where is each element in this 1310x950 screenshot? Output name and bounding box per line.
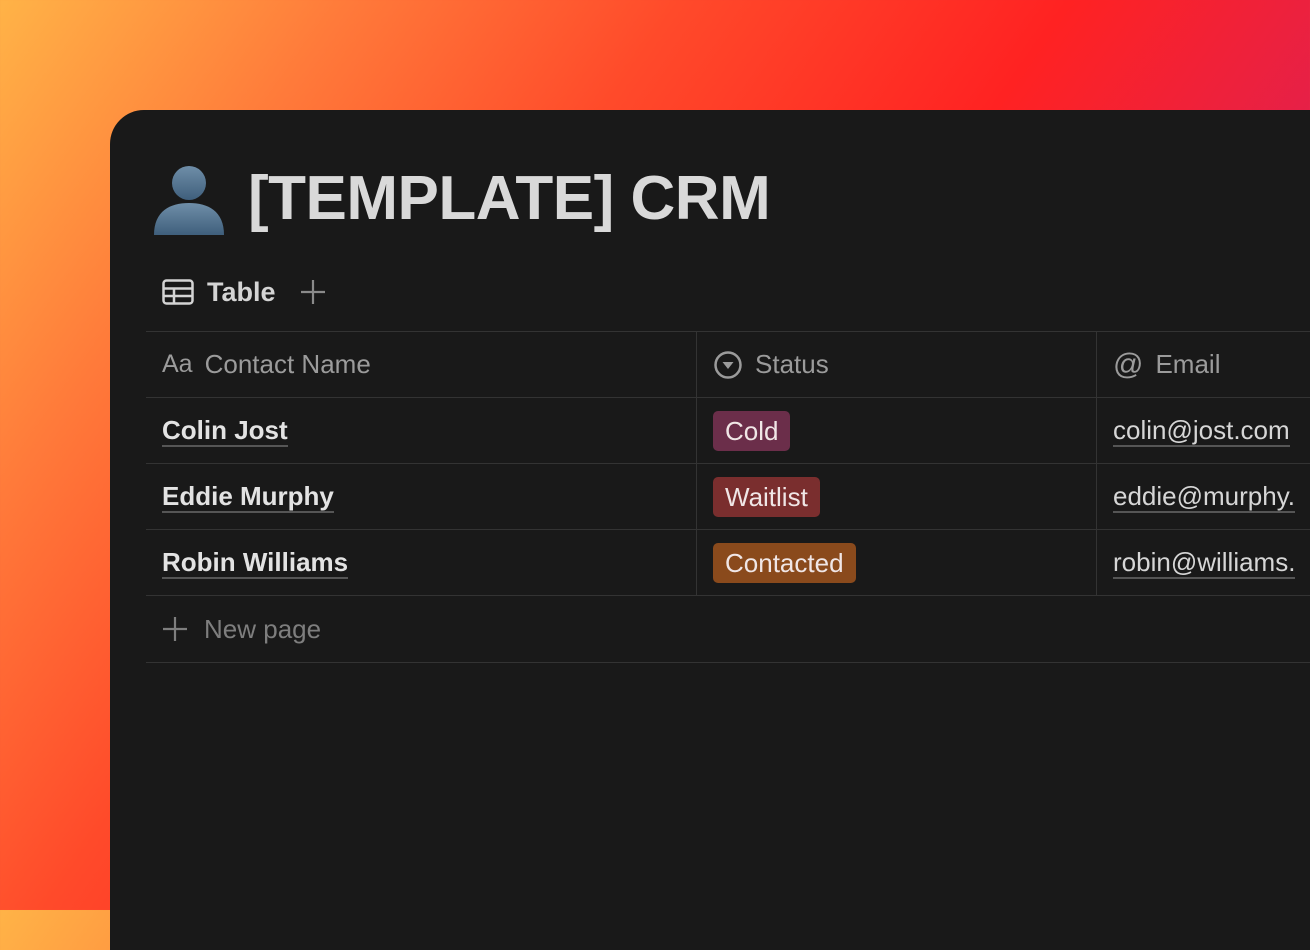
crm-table: Aa Contact Name Status @ Email Colin Jos… bbox=[146, 331, 1310, 663]
status-cell[interactable]: Contacted bbox=[697, 530, 1097, 595]
email-cell[interactable]: colin@jost.com bbox=[1097, 398, 1310, 463]
email-link[interactable]: robin@williams. bbox=[1113, 547, 1296, 579]
new-page-button[interactable]: New page bbox=[146, 595, 1310, 663]
column-label: Status bbox=[755, 349, 829, 379]
column-label: Email bbox=[1155, 349, 1221, 379]
page-title: [TEMPLATE] CRM bbox=[248, 163, 771, 233]
table-header-row: Aa Contact Name Status @ Email bbox=[146, 331, 1310, 397]
status-badge: Contacted bbox=[713, 542, 856, 583]
plus-icon bbox=[163, 617, 187, 641]
email-link[interactable]: colin@jost.com bbox=[1113, 415, 1290, 447]
new-page-label: New page bbox=[204, 613, 322, 644]
contact-name-cell[interactable]: Robin Williams bbox=[146, 530, 697, 595]
status-badge: Waitlist bbox=[713, 476, 820, 517]
email-link[interactable]: eddie@murphy. bbox=[1113, 481, 1295, 513]
text-property-icon: Aa bbox=[162, 350, 193, 378]
add-view-button[interactable] bbox=[300, 279, 326, 305]
contact-name-link[interactable]: Robin Williams bbox=[162, 547, 349, 579]
table-icon bbox=[162, 279, 194, 305]
plus-icon bbox=[300, 280, 325, 304]
column-header-contact-name[interactable]: Aa Contact Name bbox=[146, 332, 697, 397]
tab-table[interactable]: Table bbox=[162, 277, 276, 308]
column-header-status[interactable]: Status bbox=[697, 332, 1097, 397]
column-label: Contact Name bbox=[204, 349, 371, 379]
contact-name-cell[interactable]: Colin Jost bbox=[146, 398, 697, 463]
contact-name-link[interactable]: Eddie Murphy bbox=[162, 481, 334, 513]
table-row[interactable]: Colin Jost Cold colin@jost.com bbox=[146, 397, 1310, 463]
page-header: [TEMPLATE] CRM bbox=[150, 158, 771, 238]
tab-table-label: Table bbox=[207, 276, 276, 307]
contact-name-cell[interactable]: Eddie Murphy bbox=[146, 464, 697, 529]
person-silhouette-icon bbox=[154, 166, 224, 235]
view-tabs: Table bbox=[162, 270, 326, 314]
crm-database-window: [TEMPLATE] CRM Table Aa Contact Name Sta… bbox=[110, 110, 1310, 950]
email-cell[interactable]: robin@williams. bbox=[1097, 530, 1310, 595]
status-cell[interactable]: Cold bbox=[697, 398, 1097, 463]
column-header-email[interactable]: @ Email bbox=[1097, 332, 1310, 397]
table-row[interactable]: Robin Williams Contacted robin@williams. bbox=[146, 529, 1310, 595]
select-icon bbox=[713, 350, 743, 380]
table-row[interactable]: Eddie Murphy Waitlist eddie@murphy. bbox=[146, 463, 1310, 529]
contact-name-link[interactable]: Colin Jost bbox=[162, 415, 288, 447]
email-cell[interactable]: eddie@murphy. bbox=[1097, 464, 1310, 529]
status-cell[interactable]: Waitlist bbox=[697, 464, 1097, 529]
status-badge: Cold bbox=[713, 410, 791, 451]
at-sign-icon: @ bbox=[1113, 347, 1144, 381]
